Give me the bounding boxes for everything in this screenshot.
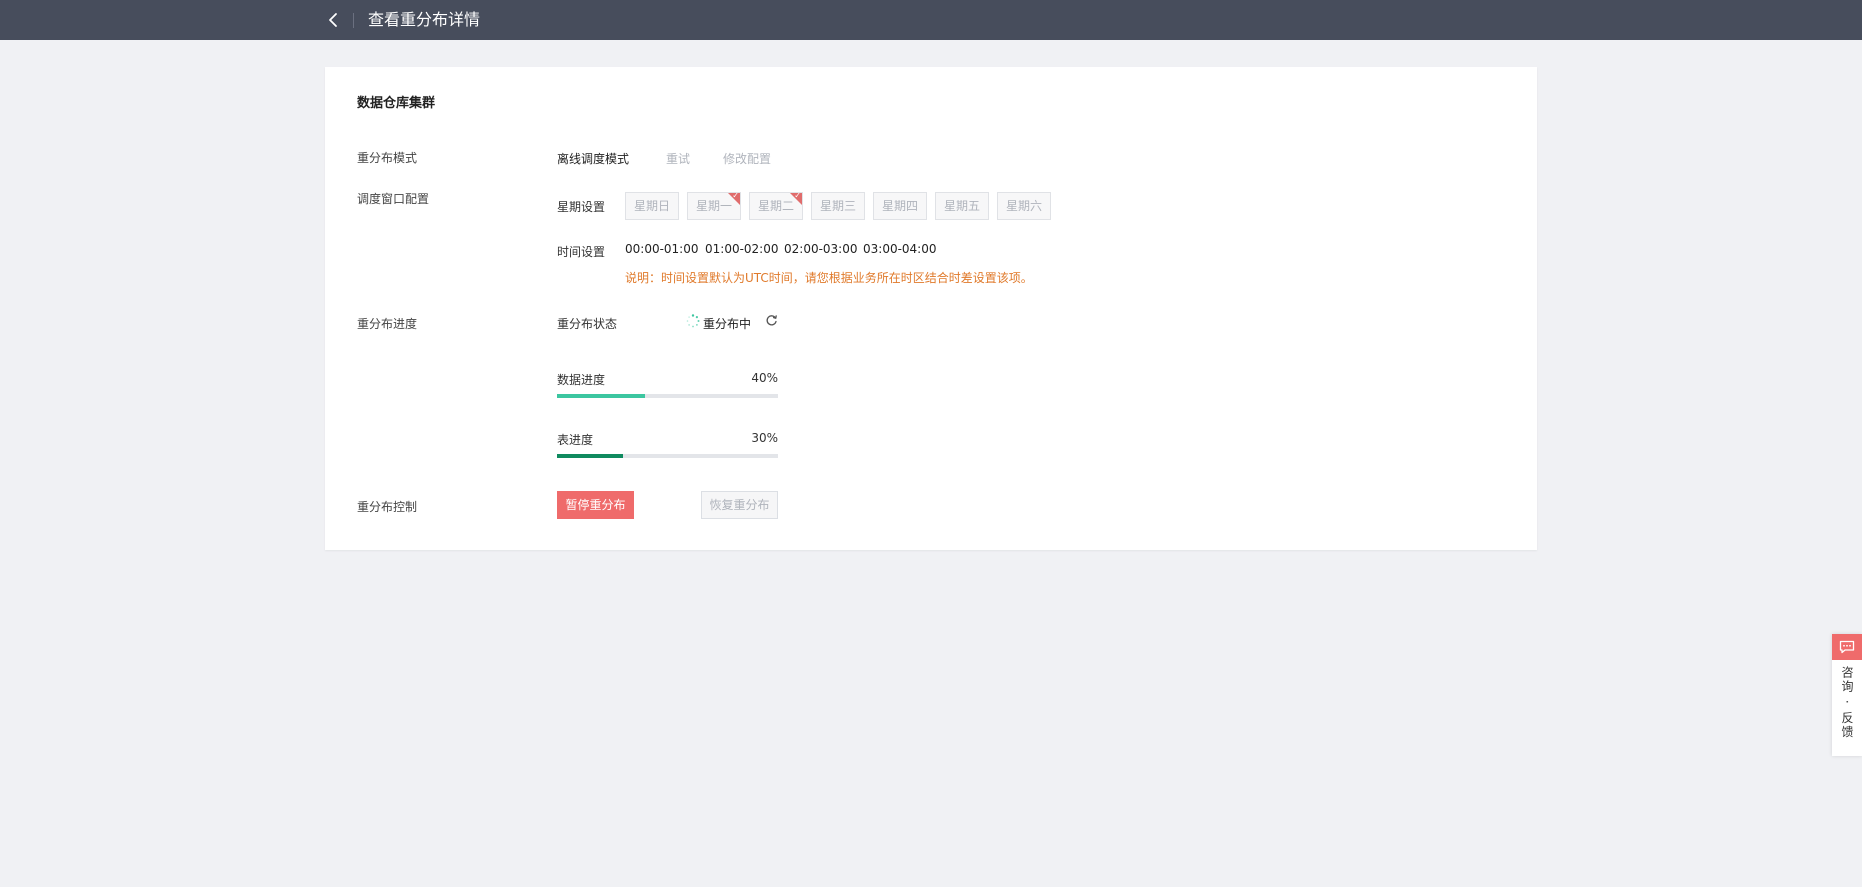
top-bar: 查看重分布详情: [0, 0, 1862, 40]
check-icon: ✓: [794, 191, 801, 200]
status-label: 重分布状态: [557, 317, 618, 331]
mode-value: 离线调度模式: [557, 152, 630, 166]
weekday-friday[interactable]: 星期五: [935, 192, 989, 220]
retry-link[interactable]: 重试: [666, 150, 690, 167]
time-slot: 02:00-03:00: [784, 242, 858, 256]
time-slot: 00:00-01:00: [625, 242, 699, 256]
data-progress-bar: [557, 394, 778, 398]
chevron-left-icon: [329, 13, 337, 27]
timezone-note: 说明：时间设置默认为UTC时间，请您根据业务所在时区结合时差设置该项。: [625, 271, 1033, 285]
control-label: 重分布控制: [357, 500, 418, 514]
detail-card: 数据仓库集群 重分布模式 离线调度模式 重试 修改配置 调度窗口配置 星期设置 …: [325, 67, 1537, 550]
weekday-tuesday[interactable]: 星期二 ✓: [749, 192, 803, 220]
time-setting-label: 时间设置: [557, 245, 606, 259]
loading-spinner-icon: [686, 314, 700, 328]
data-progress-label: 数据进度: [557, 373, 606, 387]
table-progress-label: 表进度: [557, 433, 594, 447]
schedule-label: 调度窗口配置: [357, 192, 430, 206]
status-value: 重分布中: [703, 317, 752, 331]
mode-label: 重分布模式: [357, 151, 418, 165]
feedback-label: 咨询 · 反馈: [1840, 666, 1854, 740]
back-button[interactable]: [322, 8, 346, 32]
check-icon: ✓: [732, 191, 739, 200]
progress-label: 重分布进度: [357, 317, 418, 331]
weekday-saturday[interactable]: 星期六: [997, 192, 1051, 220]
weekday-wednesday[interactable]: 星期三: [811, 192, 865, 220]
table-progress-fill: [557, 454, 624, 458]
feedback-icon-box: [1832, 634, 1862, 660]
chat-bubble-icon: [1839, 640, 1855, 654]
time-slot: 01:00-02:00: [705, 242, 779, 256]
page-title: 查看重分布详情: [368, 10, 481, 29]
time-slot: 03:00-04:00: [863, 242, 937, 256]
weekday-sunday[interactable]: 星期日: [625, 192, 679, 220]
data-progress-fill: [557, 394, 646, 398]
edit-config-link[interactable]: 修改配置: [723, 150, 771, 167]
section-title: 数据仓库集群: [357, 96, 436, 111]
data-progress-percent: 40%: [751, 371, 778, 385]
resume-redistribution-button[interactable]: 恢复重分布: [701, 491, 778, 519]
week-setting-label: 星期设置: [557, 200, 606, 214]
header-divider: [353, 13, 354, 28]
pause-redistribution-button[interactable]: 暂停重分布: [557, 491, 634, 519]
table-progress-bar: [557, 454, 778, 458]
weekday-monday[interactable]: 星期一 ✓: [687, 192, 741, 220]
table-progress-percent: 30%: [751, 431, 778, 445]
weekday-thursday[interactable]: 星期四: [873, 192, 927, 220]
refresh-icon[interactable]: [765, 314, 778, 327]
feedback-widget[interactable]: 咨询 · 反馈: [1832, 634, 1862, 756]
